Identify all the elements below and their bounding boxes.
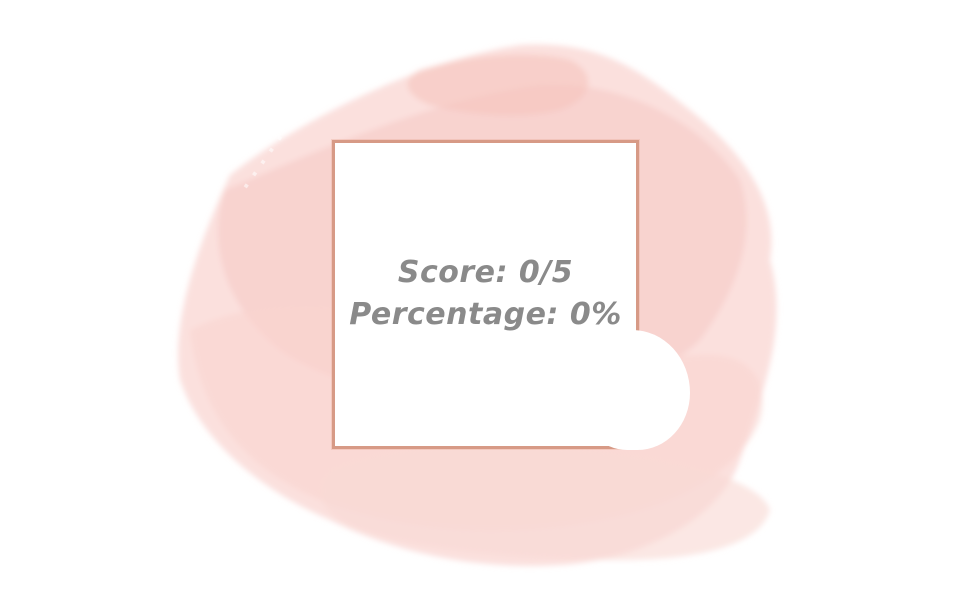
results-screen: · · · · · Score: 0/5 Percentage: 0%: [0, 0, 959, 600]
score-panel: Score: 0/5 Percentage: 0%: [332, 252, 639, 336]
percentage-text: Percentage: 0%: [349, 297, 622, 332]
brush-overlap: [580, 330, 690, 450]
score-text: Score: 0/5: [397, 255, 574, 290]
